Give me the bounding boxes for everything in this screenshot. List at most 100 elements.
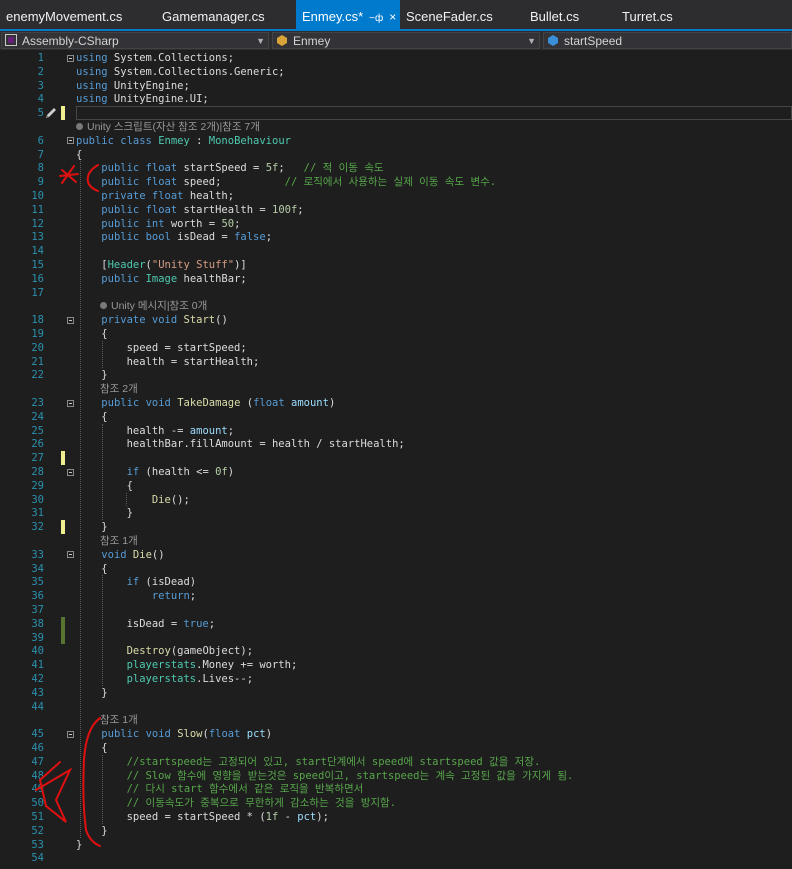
- code-line[interactable]: [Header("Unity Stuff")]: [76, 258, 246, 272]
- code-line[interactable]: health -= amount;: [76, 424, 235, 438]
- code-token: // 로직에서 사용하는 실제 이동 속도 변수.: [284, 176, 497, 189]
- tab-scenefader[interactable]: SceneFader.cs: [400, 0, 520, 29]
- fold-toggle-icon[interactable]: [67, 468, 74, 476]
- codelens-text: 참조 1개: [100, 535, 138, 547]
- line-number: 11: [31, 203, 44, 216]
- code-line[interactable]: speed = startSpeed * (1f - pct);: [76, 810, 329, 824]
- code-token: float: [208, 728, 241, 741]
- tab-gamemanager[interactable]: Gamemanager.cs: [156, 0, 296, 29]
- line-number: 50: [31, 797, 44, 810]
- fold-toggle-icon[interactable]: [67, 399, 74, 407]
- code-line[interactable]: Die();: [76, 493, 190, 507]
- code-line[interactable]: //startspeed는 고정되어 있고, start단계에서 speed에 …: [76, 755, 541, 769]
- code-line[interactable]: playerstats.Money += worth;: [76, 658, 298, 672]
- code-editor[interactable]: 1 2 3 4 5 6 7 8 9 10 11 12 13 14 15 16 17 18 19 20 21 22 23 24 2…: [0, 50, 792, 869]
- code-token: ;: [189, 590, 197, 603]
- code-line[interactable]: }: [76, 838, 82, 852]
- project-dropdown[interactable]: Assembly-CSharp ▼: [1, 32, 269, 49]
- code-line[interactable]: public float speed; // 로직에서 사용하는 실제 이동 속…: [76, 175, 496, 189]
- line-number: 13: [31, 231, 44, 244]
- code-line[interactable]: public class Enmey : MonoBehaviour: [76, 134, 291, 148]
- code-token: Image: [145, 272, 178, 285]
- code-line[interactable]: isDead = true;: [76, 617, 216, 631]
- code-token: "Unity Stuff": [151, 259, 235, 271]
- close-icon[interactable]: ×: [389, 10, 396, 24]
- code-line[interactable]: public float startHealth = 100f;: [76, 203, 303, 217]
- codelens-class-refs[interactable]: Unity 스크립트(자산 참조 2개)|참조 7개: [76, 120, 260, 134]
- codelens-slow-refs[interactable]: 참조 1개: [100, 713, 138, 727]
- fold-toggle-icon[interactable]: [67, 551, 74, 559]
- code-line[interactable]: }: [76, 506, 133, 520]
- tab-label: Bullet.cs: [530, 9, 580, 24]
- code-line[interactable]: public int worth = 50;: [76, 217, 240, 231]
- code-token: float: [145, 176, 178, 189]
- tab-enmey[interactable]: Enmey.cs* −ф ×: [296, 0, 400, 29]
- code-line[interactable]: if (health <= 0f): [76, 465, 235, 479]
- tab-enemymovement[interactable]: enemyMovement.cs: [0, 0, 150, 29]
- line-number: 25: [31, 424, 44, 437]
- code-line[interactable]: {: [76, 148, 82, 162]
- code-line[interactable]: using System.Collections;: [76, 51, 234, 65]
- pin-icon[interactable]: −ф: [369, 13, 383, 24]
- fold-toggle-icon[interactable]: [67, 730, 74, 738]
- fold-toggle-icon[interactable]: [67, 54, 74, 62]
- code-line[interactable]: // 다시 start 함수에서 같은 로직을 반복하면서: [76, 782, 364, 796]
- line-number: 3: [37, 79, 44, 92]
- code-token: System.Collections;: [107, 52, 235, 64]
- tab-turret[interactable]: Turret.cs: [616, 0, 706, 29]
- line-number: 54: [31, 852, 44, 865]
- code-line[interactable]: public void TakeDamage (float amount): [76, 396, 335, 410]
- code-line[interactable]: public Image healthBar;: [76, 272, 246, 286]
- code-line[interactable]: health = startHealth;: [76, 355, 260, 369]
- code-token: health -=: [76, 424, 190, 437]
- code-line[interactable]: private float health;: [76, 189, 234, 203]
- fold-toggle-icon[interactable]: [67, 137, 74, 145]
- change-indicator: [61, 520, 65, 534]
- codelens-start-refs[interactable]: Unity 메시지|참조 0개: [100, 299, 207, 313]
- code-line[interactable]: return;: [76, 589, 196, 603]
- code-line[interactable]: public bool isDead = false;: [76, 230, 272, 244]
- code-line[interactable]: private void Start(): [76, 313, 227, 327]
- code-line[interactable]: public float startSpeed = 5f; // 적 이동 속도: [76, 161, 384, 175]
- class-dropdown[interactable]: Enmey ▼: [272, 32, 540, 49]
- class-name: Enmey: [293, 34, 331, 48]
- code-token: void: [151, 314, 178, 327]
- code-line[interactable]: // Slow 함수에 영향을 받는것은 speed이고, startspeed…: [76, 769, 574, 783]
- tab-bullet[interactable]: Bullet.cs: [524, 0, 614, 29]
- code-line[interactable]: if (isDead): [76, 575, 197, 589]
- code-token: Destroy: [126, 645, 171, 658]
- code-token: -: [278, 811, 298, 823]
- code-token: speed;: [177, 176, 285, 189]
- code-line[interactable]: healthBar.fillAmount = health / startHea…: [76, 437, 405, 451]
- code-token: // 적 이동 속도: [303, 162, 384, 175]
- quick-action-pencil-icon[interactable]: [44, 106, 58, 120]
- code-token: // 이동속도가 중복으로 무한하게 감소하는 것을 방지함.: [126, 797, 396, 810]
- line-number: 21: [31, 355, 44, 368]
- code-line[interactable]: void Die(): [76, 548, 164, 562]
- member-name: startSpeed: [564, 34, 623, 48]
- code-token: isDead =: [170, 231, 235, 244]
- tab-label: Enmey.cs*: [302, 9, 364, 24]
- code-token: using: [76, 65, 108, 78]
- code-token: class: [120, 134, 152, 147]
- code-line[interactable]: {: [76, 479, 133, 493]
- code-line[interactable]: // 이동속도가 중복으로 무한하게 감소하는 것을 방지함.: [76, 796, 396, 810]
- line-number: 22: [31, 369, 44, 382]
- codelens-takedamage-refs[interactable]: 참조 2개: [100, 382, 138, 396]
- indent-guide: [80, 161, 81, 838]
- code-token: );: [316, 811, 329, 823]
- code-token: ;: [278, 162, 304, 175]
- member-dropdown[interactable]: startSpeed: [543, 32, 792, 49]
- line-number: 34: [31, 562, 44, 575]
- code-token: using: [76, 93, 108, 106]
- code-token: amount: [291, 397, 329, 409]
- code-line[interactable]: using System.Collections.Generic;: [76, 65, 285, 79]
- codelens-die-refs[interactable]: 참조 1개: [100, 534, 138, 548]
- code-line[interactable]: using UnityEngine;: [76, 79, 190, 93]
- line-number: 15: [31, 259, 44, 271]
- code-line[interactable]: using UnityEngine.UI;: [76, 92, 209, 106]
- code-line[interactable]: public void Slow(float pct): [76, 727, 272, 741]
- document-tab-bar: enemyMovement.cs Gamemanager.cs Enmey.cs…: [0, 0, 792, 29]
- fold-toggle-icon[interactable]: [67, 316, 74, 324]
